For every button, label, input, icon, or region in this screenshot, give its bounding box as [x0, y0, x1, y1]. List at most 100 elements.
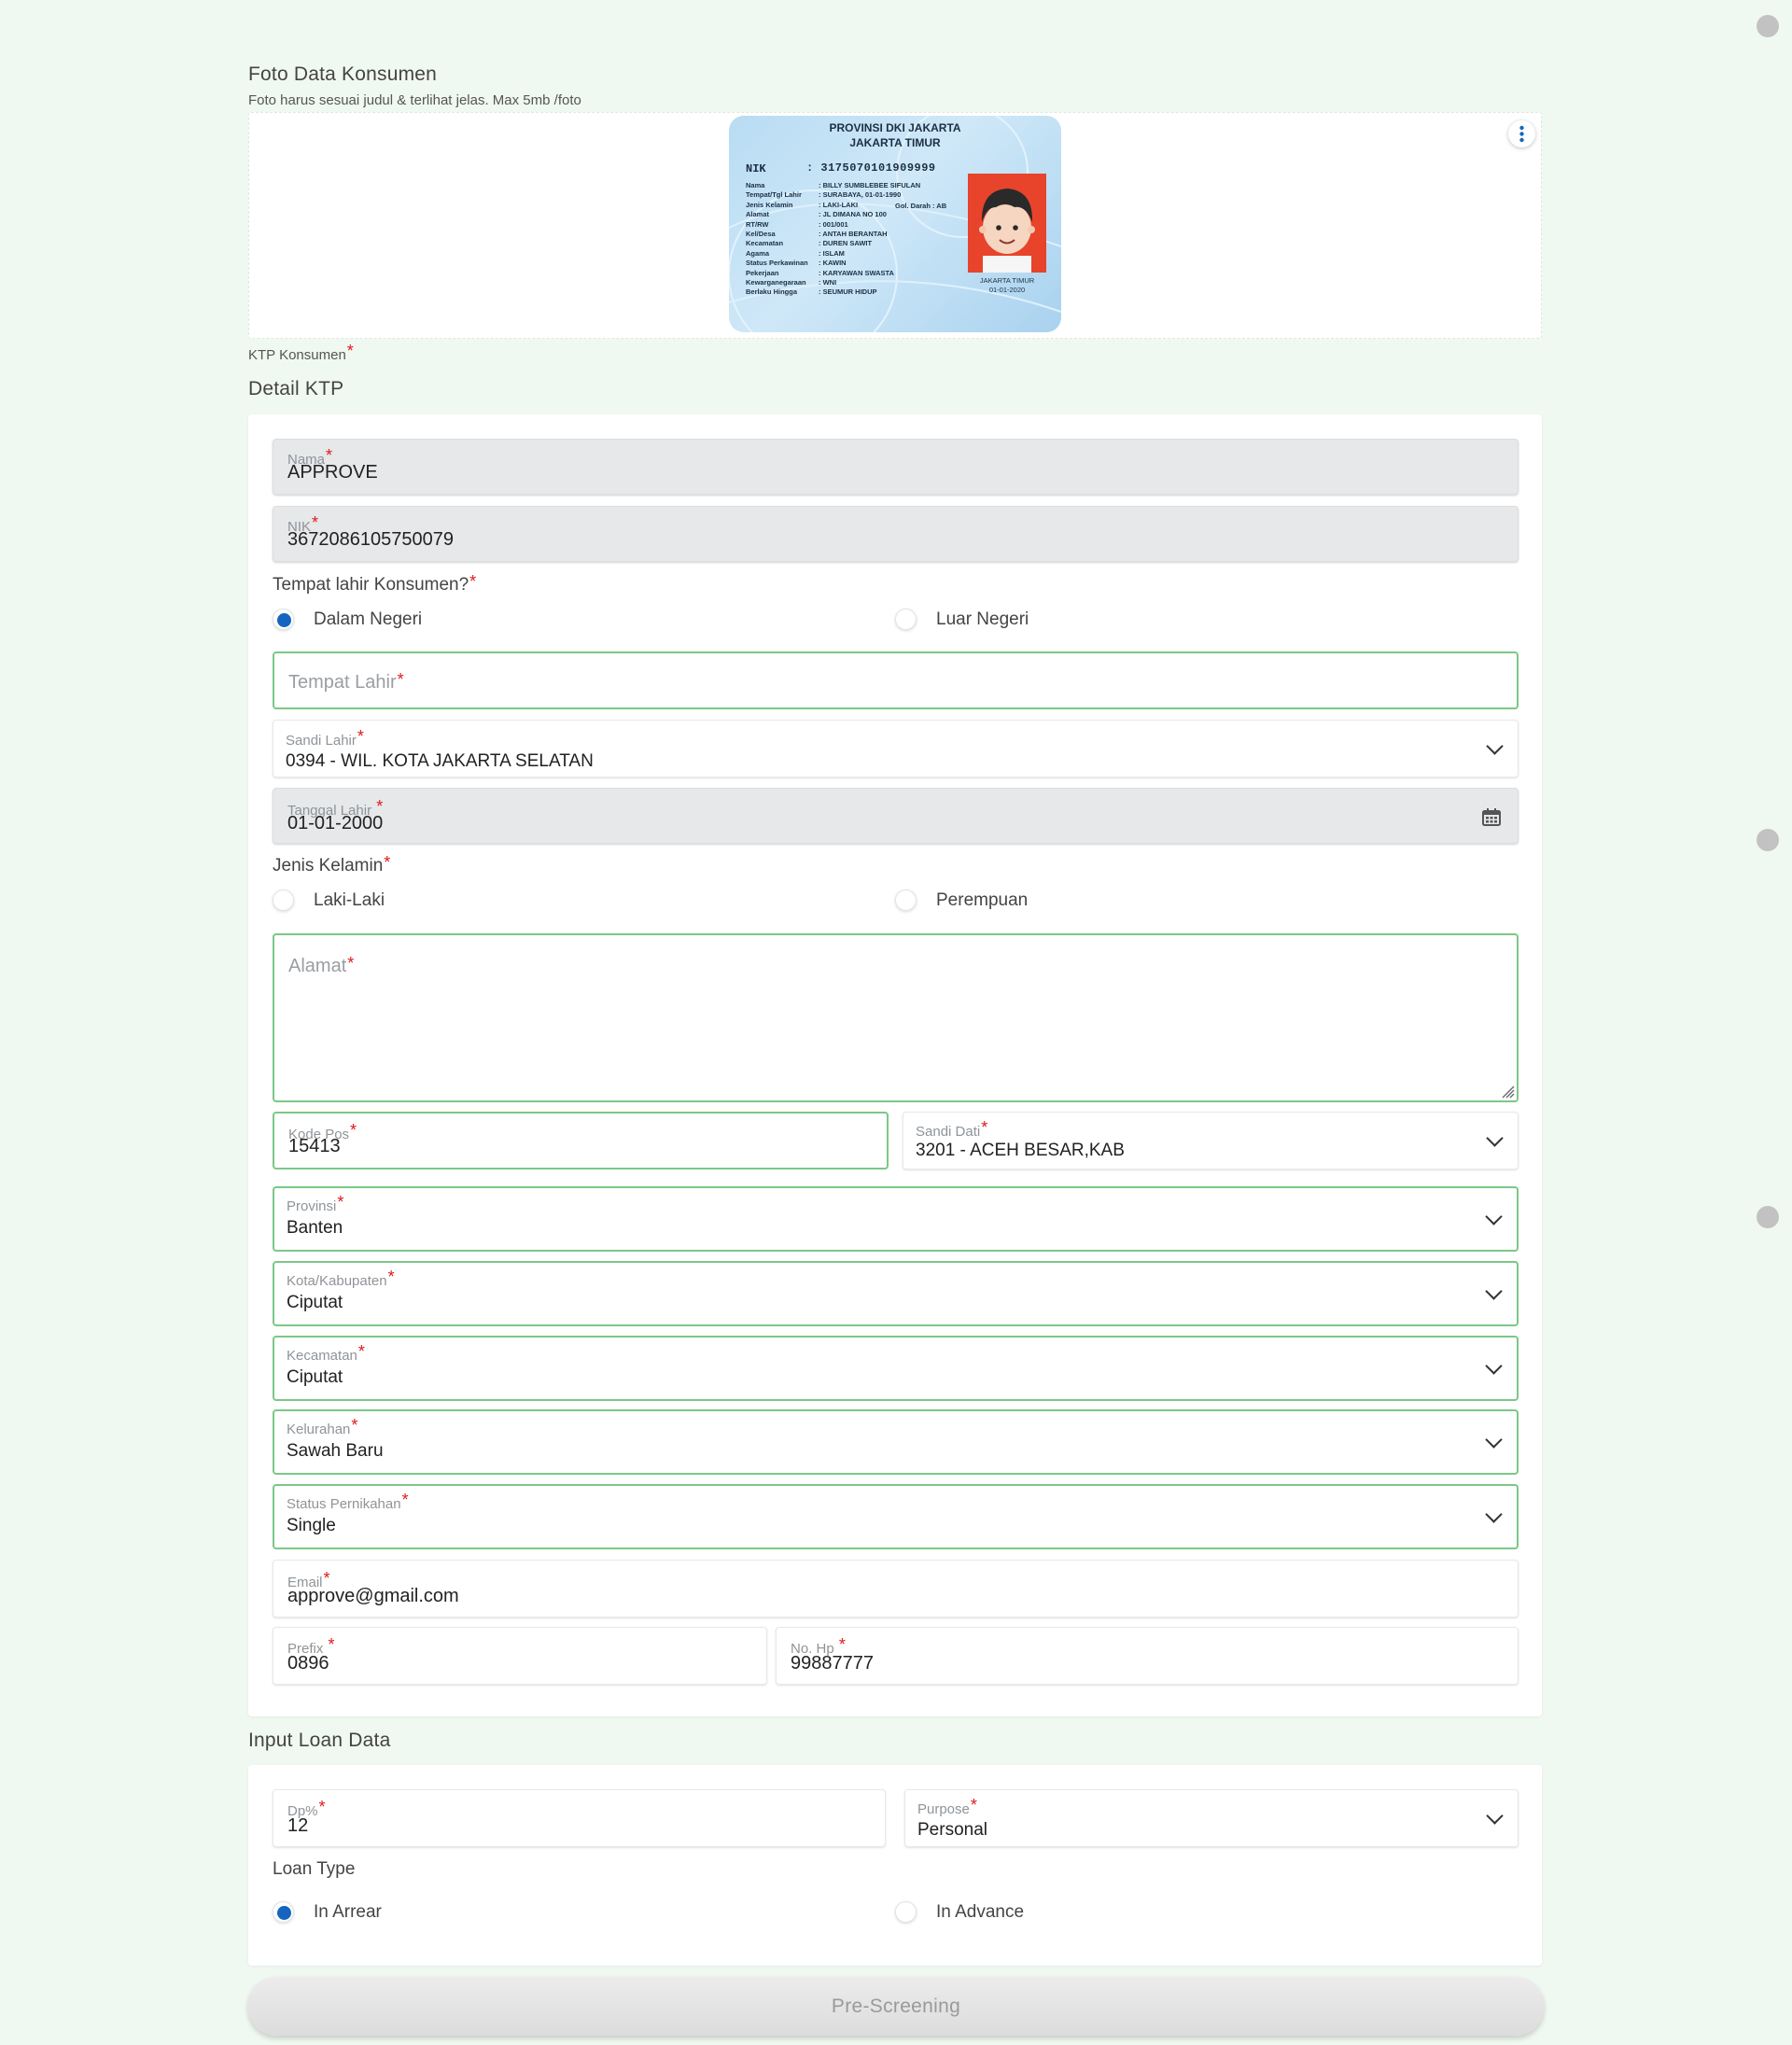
kode-pos-value: 15413 [288, 1136, 341, 1156]
ktp-row-label: Agama [746, 248, 770, 258]
photo-section-title: Foto Data Konsumen [248, 63, 438, 85]
ktp-portrait [968, 174, 1046, 273]
scroll-marker-top[interactable] [1757, 15, 1779, 37]
ktp-row-value: : SURABAYA, 01-01-1990 [819, 190, 902, 200]
scroll-marker-lower[interactable] [1757, 1206, 1779, 1228]
sandi-dati-label: Sandi Dati* [916, 1118, 988, 1140]
radio-label-in-arrear: In Arrear [314, 1902, 382, 1922]
chevron-down-icon [1485, 1431, 1503, 1449]
calendar-icon[interactable] [1482, 808, 1501, 826]
portrait-face-icon [979, 189, 1035, 273]
ktp-row-value: : KAWIN [819, 259, 847, 268]
pre-screening-label: Pre-Screening [831, 1996, 961, 2017]
radio-luar-negeri[interactable] [895, 609, 917, 630]
prefix-value: 0896 [287, 1653, 329, 1674]
radio-in-arrear[interactable] [273, 1901, 294, 1923]
ktp-nik-value: : 3175070101909999 [806, 161, 936, 175]
sandi-lahir-value: 0394 - WIL. KOTA JAKARTA SELATAN [286, 751, 594, 771]
ktp-detail-row: Pekerjaan: KARYAWAN SWASTA [746, 269, 894, 277]
scroll-marker-middle[interactable] [1757, 829, 1779, 851]
sandi-lahir-select[interactable]: Sandi Lahir* 0394 - WIL. KOTA JAKARTA SE… [273, 720, 1519, 777]
status-pernikahan-select[interactable]: Status Pernikahan* Single [273, 1484, 1519, 1549]
radio-dalam-negeri[interactable] [273, 609, 294, 630]
ktp-detail-row: Kewarganegaraan : WNI [746, 278, 836, 287]
ktp-row-value: : WNI [819, 278, 837, 287]
radio-label-perempuan: Perempuan [936, 890, 1029, 910]
nama-value: APPROVE [287, 462, 378, 483]
ktp-nik-label: NIK [746, 162, 766, 175]
tempat-lahir-placeholder: Tempat Lahir* [288, 670, 404, 693]
ktp-row-label: Alamat [746, 210, 770, 219]
birthplace-question: Tempat lahir Konsumen?* [273, 572, 477, 595]
provinsi-value: Banten [287, 1218, 343, 1238]
tanggal-lahir-field[interactable]: Tanggal Lahir * 01-01-2000 [273, 788, 1519, 844]
ktp-row-value: : LAKI-LAKI [819, 200, 859, 209]
pre-screening-button[interactable]: Pre-Screening [248, 1977, 1544, 2036]
ktp-issue-place: JAKARTA TIMUR [979, 276, 1035, 285]
kecamatan-select[interactable]: Kecamatan* Ciputat [273, 1336, 1519, 1401]
purpose-value: Personal [917, 1820, 987, 1840]
chevron-down-icon [1486, 737, 1504, 755]
photo-section-subtitle: Foto harus sesuai judul & terlihat jelas… [248, 92, 581, 108]
ktp-gol-darah: Gol. Darah : AB [895, 202, 947, 210]
radio-label-luar-negeri: Luar Negeri [936, 609, 1029, 629]
ktp-detail-row: Tempat/Tgl Lahir: SURABAYA, 01-01-1990 [746, 190, 901, 199]
ktp-header-line2: JAKARTA TIMUR [849, 136, 941, 149]
radio-laki-laki[interactable] [273, 889, 294, 911]
nik-field[interactable]: NIK* 3672086105750079 [273, 506, 1519, 562]
radio-in-advance[interactable] [895, 1901, 917, 1923]
ktp-photo[interactable]: PROVINSI DKI JAKARTA JAKARTA TIMUR NIK :… [729, 116, 1061, 332]
ktp-detail-row: Kecamatan: DUREN SAWIT [746, 239, 872, 247]
ktp-row-label: Kewarganegaraan [746, 278, 806, 287]
chevron-down-icon [1486, 1807, 1504, 1825]
status-pernikahan-value: Single [287, 1516, 336, 1535]
kota-label: Kota/Kabupaten* [287, 1268, 395, 1289]
tempat-lahir-input[interactable]: Tempat Lahir* [273, 651, 1519, 709]
ktp-row-label: RT/RW [746, 219, 769, 229]
purpose-select[interactable]: Purpose* Personal [904, 1789, 1519, 1847]
photo-menu-button[interactable] [1508, 120, 1535, 147]
provinsi-select[interactable]: Provinsi* Banten [273, 1186, 1519, 1252]
ktp-row-value: : BILLY SUMBLEBEE SIFULAN [819, 181, 921, 189]
alamat-textarea[interactable]: Alamat* [273, 933, 1519, 1102]
ktp-row-value: : JL DIMANA NO 100 [819, 210, 887, 219]
purpose-label: Purpose* [917, 1796, 977, 1817]
ktp-row-label: Status Perkawinan [746, 259, 808, 268]
prefix-field[interactable]: Prefix * 0896 [273, 1627, 767, 1685]
kelurahan-label: Kelurahan* [287, 1416, 358, 1437]
no-hp-value: 99887777 [791, 1653, 874, 1674]
sandi-dati-select[interactable]: Sandi Dati* 3201 - ACEH BESAR,KAB [903, 1112, 1519, 1170]
no-hp-field[interactable]: No. Hp * 99887777 [776, 1627, 1519, 1685]
ktp-row-value: : SEUMUR HIDUP [819, 287, 877, 297]
loan-section-title: Input Loan Data [248, 1730, 391, 1751]
kode-pos-input[interactable]: Kode Pos* 15413 [273, 1112, 889, 1170]
chevron-down-icon [1485, 1208, 1503, 1226]
kota-value: Ciputat [287, 1293, 343, 1312]
alamat-placeholder: Alamat* [288, 954, 355, 976]
kelurahan-select[interactable]: Kelurahan* Sawah Baru [273, 1409, 1519, 1475]
chevron-down-icon [1485, 1357, 1503, 1375]
resize-handle-icon[interactable] [1500, 1084, 1515, 1099]
ktp-header-line1: PROVINSI DKI JAKARTA [829, 121, 961, 134]
chevron-down-icon [1486, 1129, 1504, 1147]
nama-field[interactable]: Nama* APPROVE [273, 439, 1519, 495]
ktp-row-value: : 001/001 [819, 219, 848, 229]
detail-ktp-title: Detail KTP [248, 378, 344, 399]
kota-kabupaten-select[interactable]: Kota/Kabupaten* Ciputat [273, 1261, 1519, 1326]
sandi-lahir-label: Sandi Lahir* [286, 727, 364, 749]
gender-question: Jenis Kelamin* [273, 853, 391, 875]
radio-perempuan[interactable] [895, 889, 917, 911]
ktp-detail-row: Kel/Desa: ANTAH BERANTAH [746, 230, 888, 238]
email-field[interactable]: Email* approve@gmail.com [273, 1560, 1519, 1618]
chevron-down-icon [1485, 1282, 1503, 1300]
loan-type-label: Loan Type [273, 1859, 356, 1879]
tanggal-lahir-value: 01-01-2000 [287, 813, 384, 833]
sandi-dati-value: 3201 - ACEH BESAR,KAB [916, 1141, 1125, 1160]
ktp-row-label: Kecamatan [746, 239, 784, 248]
ktp-upload-area[interactable]: PROVINSI DKI JAKARTA JAKARTA TIMUR NIK :… [248, 112, 1542, 339]
dp-value: 12 [287, 1815, 309, 1836]
dp-field[interactable]: Dp%* 12 [273, 1789, 886, 1847]
ktp-row-label: Pekerjaan [746, 268, 779, 277]
radio-label-laki-laki: Laki-Laki [314, 890, 385, 910]
kecamatan-label: Kecamatan* [287, 1342, 365, 1364]
